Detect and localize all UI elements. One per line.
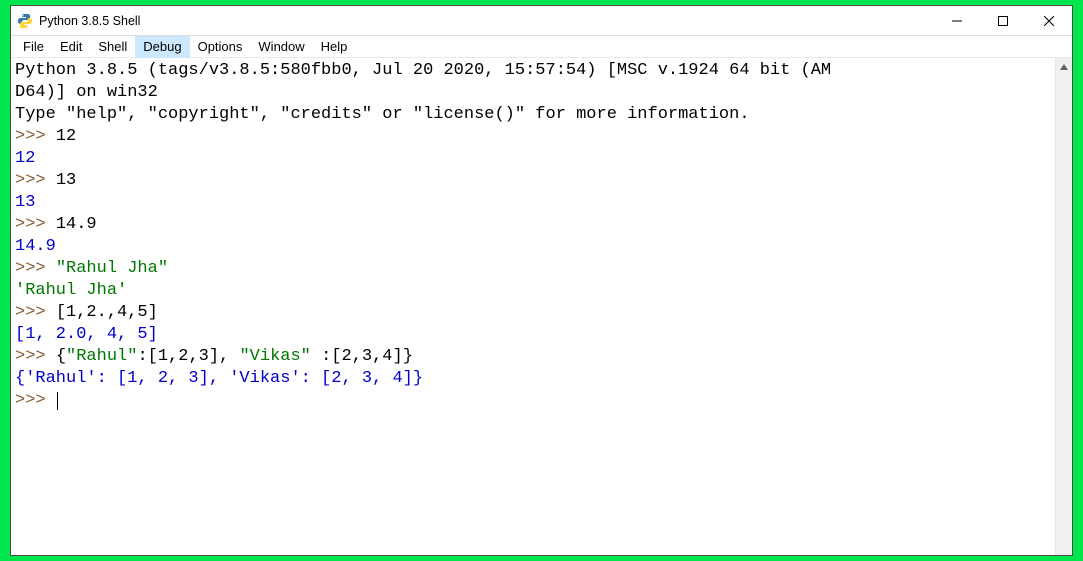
scroll-up-arrow[interactable] xyxy=(1056,58,1072,75)
python-icon xyxy=(17,13,33,29)
close-button[interactable] xyxy=(1026,6,1072,35)
menu-debug[interactable]: Debug xyxy=(135,36,189,58)
menubar[interactable]: FileEditShellDebugOptionsWindowHelp xyxy=(11,36,1072,58)
menu-file[interactable]: File xyxy=(15,36,52,58)
menu-options[interactable]: Options xyxy=(190,36,251,58)
menu-edit[interactable]: Edit xyxy=(52,36,90,58)
menu-shell[interactable]: Shell xyxy=(90,36,135,58)
content-area: Python 3.8.5 (tags/v3.8.5:580fbb0, Jul 2… xyxy=(11,58,1072,555)
maximize-button[interactable] xyxy=(980,6,1026,35)
menu-window[interactable]: Window xyxy=(250,36,312,58)
menu-help[interactable]: Help xyxy=(313,36,356,58)
minimize-button[interactable] xyxy=(934,6,980,35)
vertical-scrollbar[interactable] xyxy=(1055,58,1072,555)
text-cursor xyxy=(57,392,58,410)
window-controls xyxy=(934,6,1072,35)
window-title: Python 3.8.5 Shell xyxy=(39,14,934,28)
idle-window: Python 3.8.5 Shell FileEditShellDebugOpt… xyxy=(10,5,1073,556)
shell-text[interactable]: Python 3.8.5 (tags/v3.8.5:580fbb0, Jul 2… xyxy=(11,58,1055,555)
titlebar[interactable]: Python 3.8.5 Shell xyxy=(11,6,1072,36)
